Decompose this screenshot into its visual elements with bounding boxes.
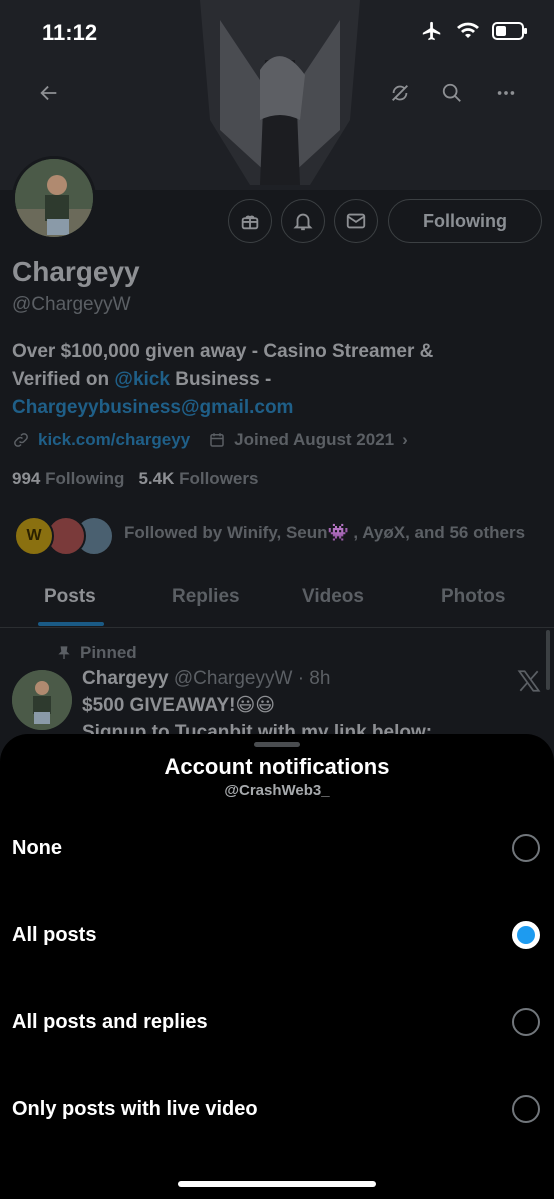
chevron-right-icon[interactable]: › — [402, 430, 408, 450]
profile-tabs: Posts Replies Videos Photos — [0, 578, 554, 628]
link-icon — [14, 433, 28, 447]
radio-all-posts[interactable] — [512, 921, 540, 949]
bio-line-2: Verified on @kick Business - — [12, 366, 532, 394]
following-label: Following — [45, 469, 125, 488]
account-notifications-sheet: Account notifications @CrashWeb3_ None A… — [0, 734, 554, 1199]
option-none[interactable]: None — [0, 807, 554, 893]
followers-count: 5.4K — [138, 469, 175, 488]
followers-stat[interactable]: 5.4K Followers — [138, 469, 258, 489]
profile-name: Chargeyy — [12, 256, 140, 287]
post-meta: @ChargeyyW · 8h — [173, 668, 331, 689]
bio-line-1: Over $100,000 given away - Casino Stream… — [12, 341, 434, 362]
website-link[interactable]: kick.com/chargeyy — [38, 430, 190, 450]
status-time: 11:12 — [42, 20, 98, 45]
option-all-posts-and-replies[interactable]: All posts and replies — [0, 981, 554, 1067]
radio-all-posts-and-replies[interactable] — [512, 1008, 540, 1036]
sheet-grabber[interactable] — [254, 742, 300, 747]
search-button[interactable] — [435, 76, 469, 110]
bio-email-link[interactable]: Chargeyybusiness@gmail.com — [12, 394, 532, 422]
profile-handle: @ChargeyyW — [12, 294, 131, 315]
post-text: $500 GIVEAWAY!😃😃 — [82, 695, 276, 716]
option-live-video[interactable]: Only posts with live video — [0, 1068, 554, 1154]
bio-text: Verified on — [12, 369, 115, 390]
status-bar: 11:12 — [0, 0, 554, 66]
notifications-button[interactable] — [281, 199, 325, 243]
option-all-posts[interactable]: All posts — [0, 894, 554, 980]
message-button[interactable] — [334, 199, 378, 243]
tab-replies[interactable]: Replies — [172, 586, 240, 608]
mail-icon — [346, 213, 366, 229]
option-label: All posts — [12, 924, 97, 946]
joined-date: Joined August 2021 — [234, 430, 395, 449]
tab-photos[interactable]: Photos — [441, 586, 505, 608]
option-label: Only posts with live video — [12, 1098, 258, 1120]
home-indicator[interactable] — [178, 1181, 376, 1187]
refresh-icon — [392, 85, 408, 101]
post-author[interactable]: Chargeyy — [82, 668, 169, 689]
followed-by-text[interactable]: Followed by Winify, Seun👾 , AyøX, and 56… — [124, 523, 525, 543]
back-button[interactable] — [32, 76, 66, 110]
followed-by-avatars[interactable]: W — [14, 516, 114, 558]
pin-icon — [58, 646, 70, 659]
tab-videos[interactable]: Videos — [302, 586, 364, 608]
more-button[interactable] — [489, 76, 523, 110]
calendar-icon — [210, 433, 224, 447]
x-logo-icon — [516, 668, 542, 699]
profile-avatar[interactable] — [12, 156, 96, 240]
refresh-button[interactable] — [383, 76, 417, 110]
battery-icon — [492, 21, 528, 46]
radio-live-video[interactable] — [512, 1095, 540, 1123]
kick-mention-link[interactable]: @kick — [114, 369, 170, 390]
option-label: All posts and replies — [12, 1011, 208, 1033]
followers-label: Followers — [179, 469, 259, 488]
back-arrow-icon — [40, 85, 57, 101]
gift-icon — [241, 215, 259, 230]
radio-none[interactable] — [512, 834, 540, 862]
active-tab-indicator — [38, 622, 104, 626]
follower-avatar: W — [14, 516, 54, 556]
pinned-label: Pinned — [80, 643, 137, 662]
following-button[interactable]: Following — [388, 199, 542, 243]
wifi-icon — [456, 21, 480, 46]
gift-button[interactable] — [228, 199, 272, 243]
sheet-title: Account notifications — [164, 754, 390, 779]
follow-stats: 994 Following 5.4K Followers — [12, 469, 258, 489]
bell-icon — [293, 213, 313, 231]
scrollbar[interactable] — [546, 630, 550, 690]
sheet-subtitle: @CrashWeb3_ — [224, 782, 330, 799]
following-count: 994 — [12, 469, 41, 488]
search-icon — [442, 83, 461, 102]
following-stat[interactable]: 994 Following — [12, 469, 124, 489]
option-label: None — [12, 837, 62, 859]
bio-text: Business - — [169, 369, 272, 390]
post-avatar[interactable] — [12, 670, 72, 730]
tab-posts[interactable]: Posts — [44, 586, 96, 608]
pinned-indicator: Pinned — [56, 643, 137, 663]
more-icon — [497, 91, 515, 95]
profile-bio: Over $100,000 given away - Casino Stream… — [12, 338, 532, 422]
airplane-icon — [420, 20, 444, 47]
profile-meta: kick.com/chargeyy Joined August 2021 › — [12, 430, 408, 450]
post-header: Chargeyy @ChargeyyW · 8h — [82, 668, 330, 690]
